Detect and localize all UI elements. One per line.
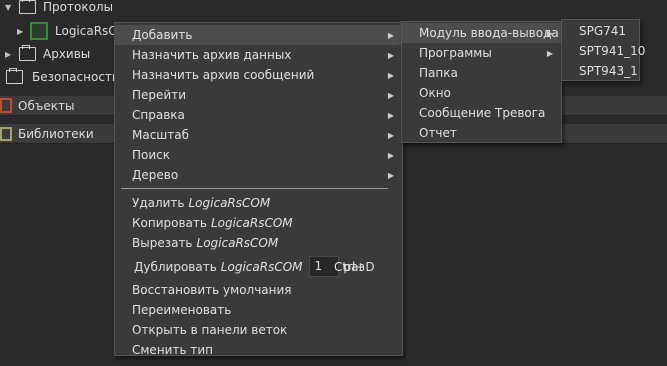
io-module-submenu: SPG741 SPT941_10 SPT943_1: [561, 19, 645, 81]
menu-separator: [121, 188, 388, 189]
submenu-arrow-icon: ▶: [387, 90, 394, 100]
menu-item-duplicate[interactable]: Дублировать LogicaRsCOM 1 раз Ctrl+D: [115, 253, 402, 280]
menu-item-tree[interactable]: Дерево ▶: [115, 165, 402, 185]
menu-item-rename[interactable]: Переименовать: [115, 300, 402, 320]
folder-icon: [19, 45, 36, 61]
menu-target-name: LogicaRsCOM: [188, 196, 271, 210]
menu-item-restore-defaults[interactable]: Восстановить умолчания: [115, 280, 402, 300]
library-icon: [0, 127, 12, 141]
duplicate-shortcut: Ctrl+D: [334, 259, 375, 274]
tree-label-protocols: Протоколы: [43, 0, 114, 14]
menu-target-name: LogicaRsCOM: [196, 236, 279, 250]
submenu-arrow-icon: ▶: [546, 48, 553, 58]
menu-item-scale[interactable]: Масштаб ▶: [115, 125, 402, 145]
submenu-arrow-icon: ▶: [387, 110, 394, 120]
submenu-item-report[interactable]: Отчет: [402, 123, 561, 143]
submenu-item-alarm-message[interactable]: Сообщение Тревога: [402, 103, 561, 123]
submenu-item-folder[interactable]: Папка: [402, 63, 561, 83]
folder-icon: [19, 0, 36, 14]
submenu-item-io-module[interactable]: Модуль ввода-вывода ▶: [402, 23, 561, 43]
menu-item-change-type[interactable]: Сменить тип: [115, 340, 402, 360]
collapsed-arrow-icon[interactable]: ▶: [5, 50, 11, 59]
objects-icon: [0, 98, 12, 113]
menu-item-add[interactable]: Добавить ▶: [115, 25, 402, 45]
io-item-spt943-1[interactable]: SPT943_1: [562, 61, 639, 81]
folder-icon: [6, 68, 23, 84]
menu-item-delete[interactable]: Удалить LogicaRsCOM: [115, 193, 402, 213]
expand-arrow-icon[interactable]: ▼: [5, 3, 11, 12]
menu-item-copy[interactable]: Копировать LogicaRsCOM: [115, 213, 402, 233]
menu-item-goto[interactable]: Перейти ▶: [115, 85, 402, 105]
tree-label-archives: Архивы: [43, 47, 91, 61]
section-label-objects: Объекты: [18, 99, 75, 113]
submenu-arrow-icon: ▶: [387, 70, 394, 80]
tree-item-protocols[interactable]: ▼ Протоколы: [0, 0, 667, 17]
menu-item-assign-data-archive[interactable]: Назначить архив данных ▶: [115, 45, 402, 65]
menu-item-open-in-branch-panel[interactable]: Открыть в панели веток: [115, 320, 402, 340]
menu-item-cut[interactable]: Вырезать LogicaRsCOM: [115, 233, 402, 253]
io-item-spg741[interactable]: SPG741: [562, 21, 639, 41]
submenu-item-programs[interactable]: Программы ▶: [402, 43, 561, 63]
menu-item-assign-message-archive[interactable]: Назначить архив сообщений ▶: [115, 65, 402, 85]
menu-target-name: LogicaRsCOM: [220, 259, 303, 274]
collapsed-arrow-icon[interactable]: ▶: [17, 27, 23, 36]
menu-target-name: LogicaRsCOM: [210, 216, 293, 230]
menu-item-search[interactable]: Поиск ▶: [115, 145, 402, 165]
submenu-arrow-icon: ▶: [387, 30, 394, 40]
submenu-item-window[interactable]: Окно: [402, 83, 561, 103]
tree-label-security: Безопасность: [32, 70, 119, 84]
chip-icon: [30, 22, 48, 40]
add-submenu: Модуль ввода-вывода ▶ Программы ▶ Папка Ок…: [401, 21, 562, 143]
menu-item-help[interactable]: Справка ▶: [115, 105, 402, 125]
submenu-arrow-icon: ▶: [387, 170, 394, 180]
submenu-arrow-icon: ▶: [387, 130, 394, 140]
submenu-arrow-icon: ▶: [546, 28, 553, 38]
submenu-arrow-icon: ▶: [387, 50, 394, 60]
io-item-spt941-10[interactable]: SPT941_10: [562, 41, 645, 61]
submenu-arrow-icon: ▶: [387, 150, 394, 160]
section-label-libraries: Библиотеки: [18, 127, 94, 141]
context-menu: Добавить ▶ Назначить архив данных ▶ Назнач…: [114, 22, 403, 357]
